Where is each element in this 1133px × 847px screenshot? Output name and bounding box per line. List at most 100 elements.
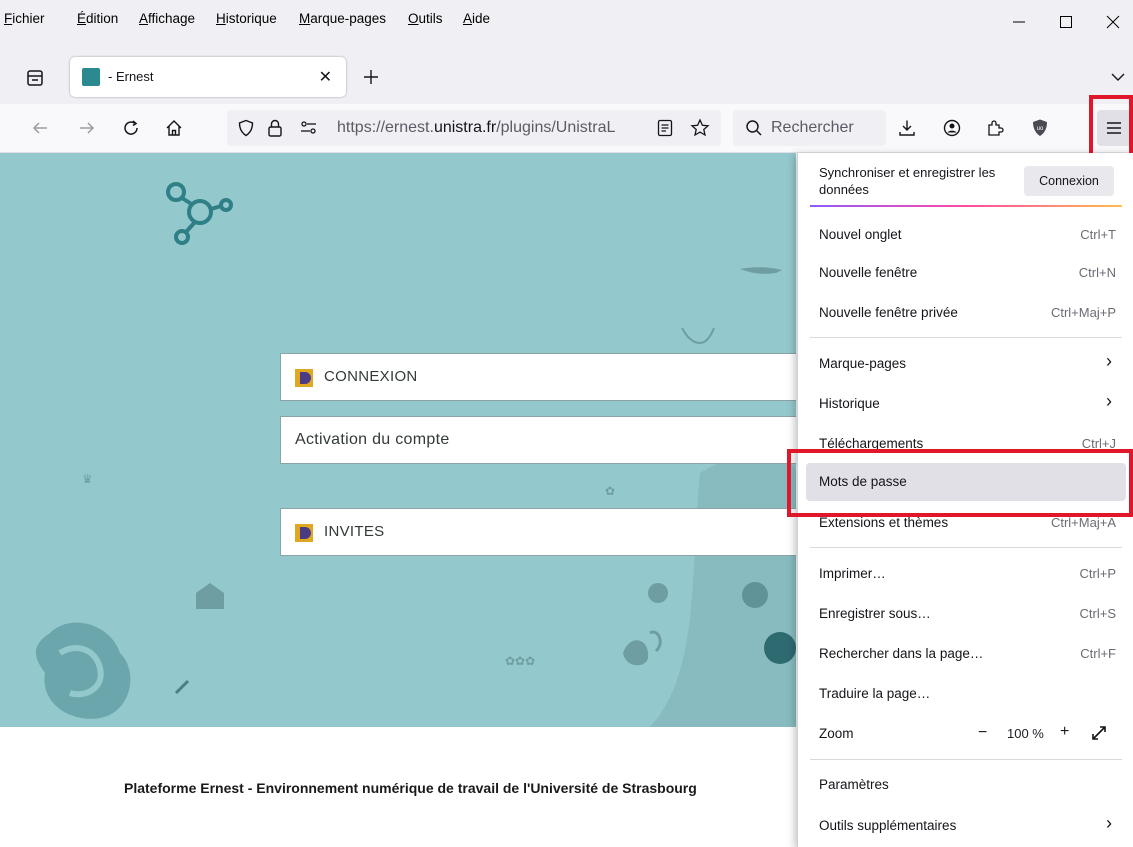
fullscreen-icon[interactable]	[1091, 725, 1107, 741]
shortcut-new-window: Ctrl+N	[1078, 265, 1116, 280]
reload-icon	[124, 120, 138, 135]
connexion-label: CONNEXION	[324, 368, 418, 385]
menu-item-rechercher-page[interactable]: Rechercher dans la page…	[819, 646, 983, 661]
menu-item-imprimer[interactable]: Imprimer…	[819, 566, 886, 581]
back-button[interactable]	[26, 114, 54, 142]
account-button[interactable]	[938, 114, 966, 142]
shortcut-new-tab: Ctrl+T	[1080, 227, 1116, 242]
reload-button[interactable]	[117, 114, 145, 142]
menu-item-parametres[interactable]: Paramètres	[819, 777, 889, 792]
url-prefix: https://ernest.	[337, 119, 434, 136]
menu-marque-pages[interactable]: Marque-pages	[299, 11, 386, 26]
footer-text: Plateforme Ernest - Environnement numéri…	[124, 780, 697, 796]
downloads-button[interactable]	[893, 114, 921, 142]
arrow-left-icon	[32, 122, 47, 134]
home-button[interactable]	[160, 114, 188, 142]
zoom-in-button[interactable]: +	[1060, 723, 1069, 741]
url-text[interactable]: https://ernest.unistra.fr/plugins/Unistr…	[337, 119, 682, 137]
maximize-button[interactable]	[1046, 8, 1086, 36]
search-icon	[746, 120, 762, 136]
url-path: /plugins/UnistraL	[496, 119, 616, 136]
chevron-right-icon: ›	[1106, 813, 1112, 833]
svg-text:uo: uo	[1037, 126, 1044, 132]
account-icon	[943, 119, 961, 137]
chevron-down-icon	[1111, 73, 1125, 81]
sync-separator	[810, 205, 1122, 207]
menu-item-nouvel-onglet[interactable]: Nouvel onglet	[819, 227, 902, 242]
menu-item-historique[interactable]: Historique	[819, 396, 880, 411]
menu-affichage[interactable]: Affichage	[139, 11, 195, 26]
menu-separator	[810, 759, 1122, 760]
tab-close-icon[interactable]: ✕	[319, 67, 332, 87]
menu-separator	[810, 547, 1122, 548]
chevron-right-icon: ›	[1106, 351, 1112, 371]
menu-item-enregistrer-sous[interactable]: Enregistrer sous…	[819, 606, 931, 621]
arrow-right-icon	[80, 122, 95, 134]
connexion-button[interactable]: CONNEXION	[280, 353, 796, 401]
minimize-button[interactable]	[999, 8, 1039, 36]
menu-fichier[interactable]: Fichier	[4, 11, 45, 26]
menu-item-nouvelle-fenetre-privee[interactable]: Nouvelle fenêtre privée	[819, 305, 958, 320]
new-tab-button[interactable]	[357, 63, 385, 91]
permissions-icon[interactable]	[300, 120, 318, 136]
sync-label: Synchroniser et enregistrer les données	[819, 165, 996, 197]
menu-outils[interactable]: Outils	[408, 11, 443, 26]
menu-separator	[810, 337, 1122, 338]
tab-ernest[interactable]: - Ernest ✕	[70, 57, 346, 97]
ublock-shield-icon: uo	[1033, 119, 1047, 136]
sync-connexion-button[interactable]: Connexion	[1024, 166, 1114, 196]
list-all-tabs-button[interactable]	[1104, 63, 1132, 91]
shortcut-private-window: Ctrl+Maj+P	[1050, 305, 1116, 320]
url-bar[interactable]: https://ernest.unistra.fr/plugins/Unistr…	[227, 110, 721, 146]
extensions-button[interactable]	[981, 114, 1009, 142]
svg-text:♛: ♛	[82, 472, 93, 486]
lock-icon[interactable]	[266, 118, 284, 138]
unistra-logo-icon	[295, 369, 313, 387]
menu-item-nouvelle-fenetre[interactable]: Nouvelle fenêtre	[819, 265, 917, 280]
activation-compte-button[interactable]: Activation du compte	[280, 416, 796, 464]
menu-bar: Fichier Édition Affichage Historique Mar…	[0, 0, 1133, 40]
minimize-icon	[1013, 21, 1025, 23]
shortcut-addons: Ctrl+Maj+A	[1050, 515, 1116, 530]
menu-aide[interactable]: Aide	[463, 11, 490, 26]
menu-item-zoom: Zoom	[819, 726, 854, 741]
close-window-button[interactable]	[1093, 8, 1133, 36]
download-icon	[899, 120, 915, 136]
menu-item-traduire[interactable]: Traduire la page…	[819, 686, 930, 701]
menu-item-outils-supplementaires[interactable]: Outils supplémentaires	[819, 818, 956, 833]
unistra-logo-icon	[295, 524, 313, 542]
puzzle-icon	[988, 120, 1004, 136]
menu-item-extensions-themes[interactable]: Extensions et thèmes	[819, 515, 948, 530]
ernest-favicon-icon	[82, 68, 100, 86]
highlight-mots-de-passe	[787, 449, 1133, 517]
shield-icon[interactable]	[237, 119, 255, 137]
maximize-icon	[1060, 16, 1072, 28]
ublock-button[interactable]: uo	[1026, 114, 1054, 142]
search-box[interactable]: Rechercher	[733, 110, 886, 146]
plus-icon	[364, 70, 378, 84]
invites-button[interactable]: INVITES	[280, 508, 796, 556]
menu-item-marque-pages[interactable]: Marque-pages	[819, 356, 906, 371]
shortcut-save: Ctrl+S	[1079, 606, 1116, 621]
menu-edition[interactable]: Édition	[77, 11, 118, 26]
svg-text:✿✿✿: ✿✿✿	[505, 654, 535, 668]
forward-button[interactable]	[73, 114, 101, 142]
url-domain: unistra.fr	[433, 119, 497, 136]
login-hero: ✿✿✿ ✿ ♛ CONNEXION Activation du compte I…	[0, 153, 796, 727]
home-icon	[166, 120, 182, 136]
tab-title: - Ernest	[108, 69, 154, 84]
tab-overview-button[interactable]	[21, 64, 49, 92]
search-placeholder: Rechercher	[771, 119, 854, 136]
zoom-value[interactable]: 100 %	[1007, 726, 1044, 741]
bookmark-star-icon[interactable]	[690, 118, 710, 138]
invites-label: INVITES	[324, 523, 385, 540]
reader-view-icon[interactable]	[657, 119, 673, 137]
shortcut-find: Ctrl+F	[1080, 646, 1116, 661]
highlight-app-menu	[1089, 95, 1133, 159]
zoom-out-button[interactable]: −	[978, 724, 987, 742]
shortcut-print: Ctrl+P	[1079, 566, 1116, 581]
activation-label: Activation du compte	[295, 431, 450, 448]
close-icon	[1106, 15, 1120, 29]
menu-historique[interactable]: Historique	[216, 11, 277, 26]
tab-list-icon	[27, 70, 43, 86]
